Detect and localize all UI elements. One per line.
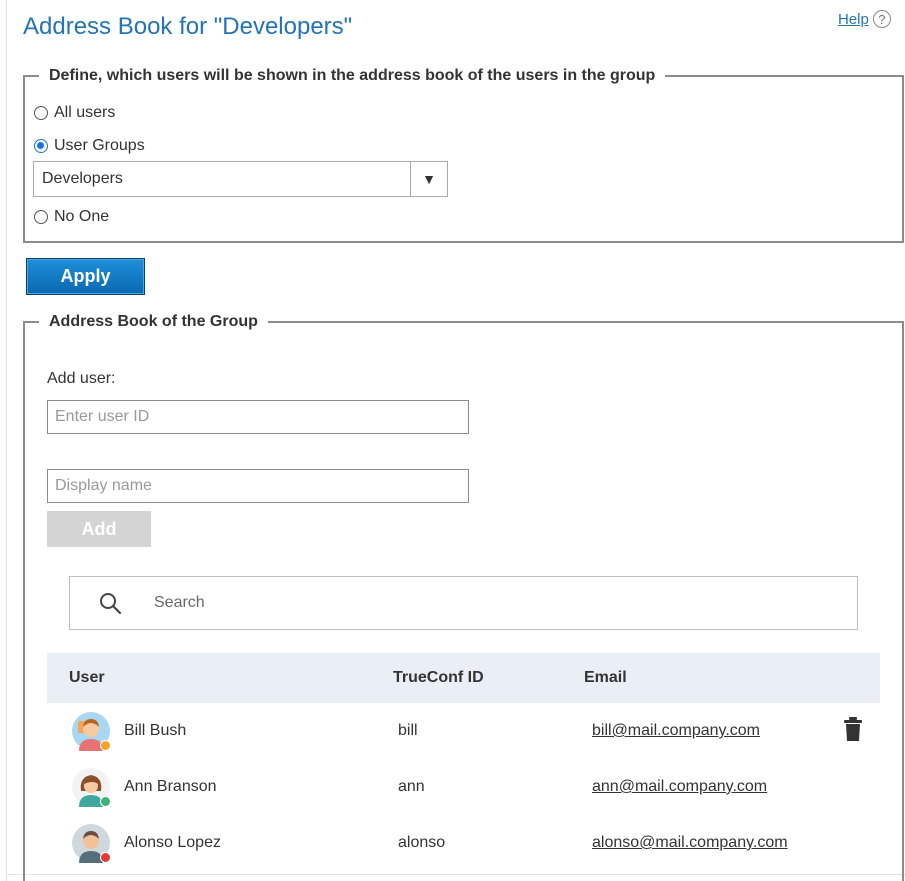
help-icon[interactable]: ?: [872, 10, 891, 28]
group-select-value: Developers: [42, 170, 123, 187]
user-email-link[interactable]: ann@mail.company.com: [592, 778, 767, 796]
radio-label: No One: [54, 208, 110, 225]
visibility-legend: Define, which users will be shown in the…: [49, 67, 656, 84]
user-name: Ann Branson: [124, 778, 217, 795]
column-header-user[interactable]: User: [69, 669, 105, 687]
user-email-link[interactable]: bill@mail.company.com: [592, 722, 760, 740]
add-user-label: Add user:: [47, 370, 116, 387]
group-select[interactable]: Developers ▼: [33, 161, 448, 197]
help-link[interactable]: Help: [838, 11, 869, 28]
apply-button[interactable]: Apply: [26, 258, 145, 295]
table-row: Bill Bush bill bill@mail.company.com: [47, 711, 880, 767]
add-button[interactable]: Add: [47, 511, 151, 547]
column-header-trueconf-id[interactable]: TrueConf ID: [393, 669, 484, 687]
search-icon: [98, 591, 122, 615]
page-title: Address Book for "Developers": [23, 13, 353, 40]
status-dot: [100, 740, 111, 751]
avatar: [71, 823, 111, 863]
search-box[interactable]: Search: [69, 576, 858, 630]
frame-left-border: [6, 0, 7, 881]
user-name: Alonso Lopez: [124, 834, 221, 851]
avatar: [71, 767, 111, 807]
radio-button[interactable]: [34, 210, 48, 224]
display-name-input[interactable]: Display name: [47, 469, 469, 503]
user-name: Bill Bush: [124, 722, 187, 739]
trash-icon[interactable]: [843, 716, 863, 742]
status-dot: [100, 796, 111, 807]
avatar: [71, 711, 111, 751]
search-input[interactable]: Search: [154, 594, 205, 612]
user-id: ann: [398, 778, 425, 795]
radio-label: All users: [54, 104, 116, 121]
help-link-container: Help ?: [838, 10, 891, 28]
table-header: User TrueConf ID Email: [47, 653, 880, 703]
radio-label: User Groups: [54, 137, 145, 154]
user-email-link[interactable]: alonso@mail.company.com: [592, 834, 788, 852]
radio-button[interactable]: [34, 106, 48, 120]
column-header-email[interactable]: Email: [584, 669, 627, 687]
user-id: bill: [398, 722, 418, 739]
radio-no-one[interactable]: No One: [34, 208, 109, 226]
radio-button[interactable]: [34, 139, 48, 153]
radio-all-users[interactable]: All users: [34, 104, 115, 122]
table-row: Alonso Lopez alonso alonso@mail.company.…: [47, 823, 880, 879]
table-row: Ann Branson ann ann@mail.company.com: [47, 767, 880, 823]
user-id: alonso: [398, 834, 446, 851]
user-id-input[interactable]: Enter user ID: [47, 400, 469, 434]
dropdown-arrow-icon[interactable]: ▼: [410, 162, 447, 196]
radio-user-groups[interactable]: User Groups: [34, 137, 145, 155]
status-dot: [100, 852, 111, 863]
visibility-fieldset: Define, which users will be shown in the…: [23, 67, 904, 243]
address-book-legend: Address Book of the Group: [49, 313, 258, 330]
